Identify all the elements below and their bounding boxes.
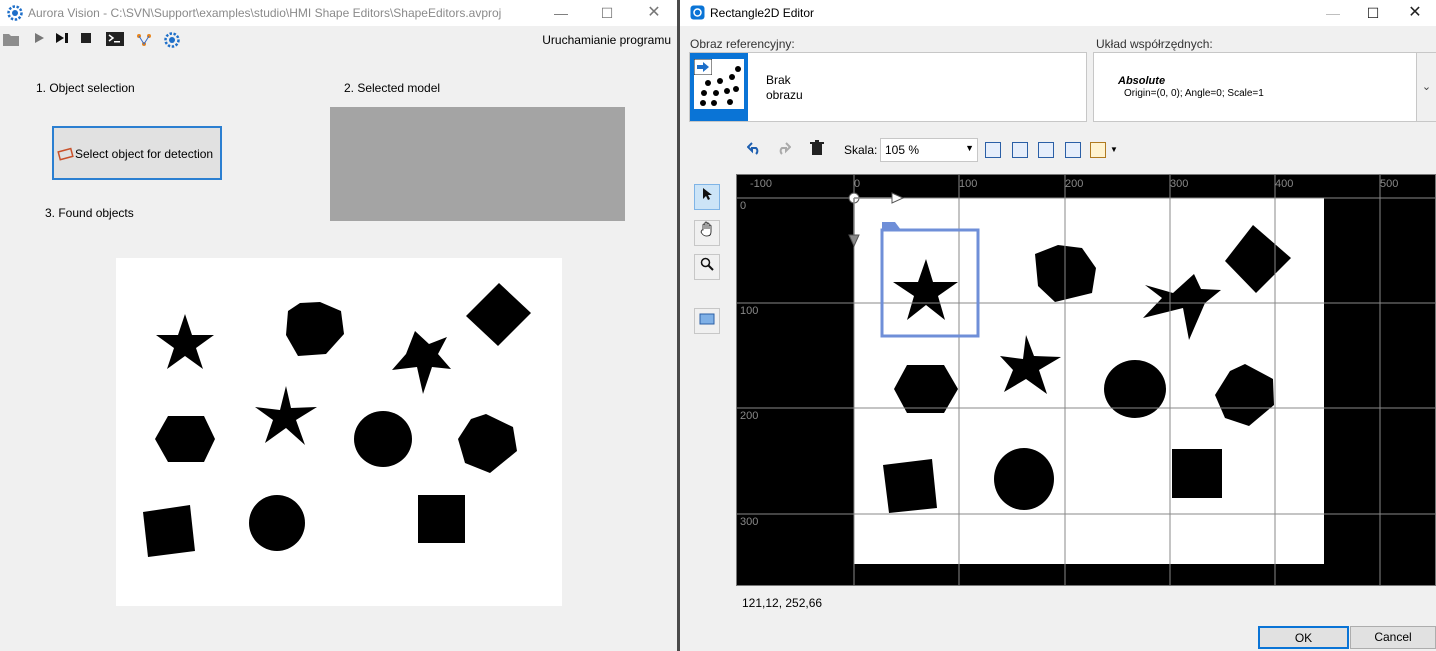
editor-close-button[interactable]: ✕ <box>1392 0 1436 26</box>
ruler-y-label: 300 <box>740 516 758 528</box>
zoom-region-icon[interactable] <box>1038 142 1054 158</box>
circle-shape <box>1104 360 1166 418</box>
zoom-center-icon[interactable] <box>1065 142 1081 158</box>
zoom-fit-icon[interactable] <box>985 142 1001 158</box>
reference-image-status: Brak obrazu <box>766 73 826 103</box>
editor-window-title: Rectangle2D Editor <box>710 6 815 20</box>
rectangle-tool-icon <box>57 147 75 164</box>
found-objects-label: 3. Found objects <box>45 206 134 220</box>
display-options-icon[interactable] <box>1090 142 1106 158</box>
step-icon[interactable] <box>54 32 70 48</box>
zoom-tool-button[interactable] <box>694 254 720 280</box>
hexagon-shape <box>286 302 344 356</box>
console-icon[interactable] <box>106 32 124 48</box>
left-toolbar: Uruchamianie programu <box>0 26 677 54</box>
hexagon-shape <box>155 416 215 462</box>
dropdown-arrow-icon[interactable]: ▼ <box>1109 140 1119 160</box>
zoom-value: 105 % <box>885 143 920 157</box>
app-gear-icon <box>7 5 23 21</box>
canvas-svg: -100 0 100 200 300 400 500 0 100 200 300 <box>737 175 1435 585</box>
coord-system-detail: Origin=(0, 0); Angle=0; Scale=1 <box>1124 88 1264 99</box>
reference-image-label: Obraz referencyjny: <box>690 37 795 51</box>
coord-system-label: Układ współrzędnych: <box>1096 37 1213 51</box>
select-object-button-label: Select object for detection <box>75 147 214 161</box>
circle-shape <box>354 411 412 467</box>
editor-toolbar: Skala: 105 % ▼ ▼ <box>740 136 1140 164</box>
chevron-down-icon[interactable]: ⌄ <box>1416 53 1436 121</box>
square-shape <box>1172 449 1222 498</box>
reference-image-selector[interactable]: Brak obrazu <box>689 52 1087 122</box>
ruler-y-label: 0 <box>740 200 746 212</box>
maximize-button[interactable]: ☐ <box>584 0 630 26</box>
undo-icon[interactable] <box>746 140 764 160</box>
select-object-button[interactable]: Select object for detection <box>52 126 222 180</box>
minimize-button[interactable]: — <box>538 0 584 26</box>
star-shape <box>392 331 451 394</box>
ok-button[interactable]: OK <box>1258 626 1349 649</box>
select-tool-button[interactable] <box>694 184 720 210</box>
close-button[interactable]: ✕ <box>631 0 677 26</box>
folder-icon[interactable] <box>3 32 19 48</box>
ruler-x-label: 100 <box>959 178 977 190</box>
ruler-y-label: 200 <box>740 410 758 422</box>
cursor-position-readout: 121,12, 252,66 <box>742 596 823 610</box>
ruler-x-label: 300 <box>1170 178 1188 190</box>
ruler-y-label: 100 <box>740 305 758 317</box>
ruler-x-label: 0 <box>854 178 860 190</box>
found-objects-image <box>116 258 562 606</box>
image-canvas[interactable]: -100 0 100 200 300 400 500 0 100 200 300 <box>736 174 1436 586</box>
redo-icon[interactable] <box>774 140 792 160</box>
coord-system-name: Absolute <box>1118 75 1166 87</box>
zoom-select[interactable]: 105 % ▼ <box>880 138 978 162</box>
main-application-window: Aurora Vision - C:\SVN\Support\examples\… <box>0 0 677 651</box>
delete-icon[interactable] <box>808 140 826 160</box>
play-icon[interactable] <box>31 32 47 48</box>
stop-icon[interactable] <box>78 32 94 48</box>
editor-maximize-button[interactable]: ☐ <box>1350 0 1396 26</box>
left-window-title: Aurora Vision - C:\SVN\Support\examples\… <box>28 6 502 20</box>
reference-image-thumbnail <box>690 53 748 121</box>
pan-tool-button[interactable] <box>694 220 720 246</box>
zoom-label: Skala: <box>844 143 878 157</box>
square-shape <box>883 459 937 513</box>
hexagon-shape <box>458 414 517 473</box>
selected-model-label: 2. Selected model <box>344 81 441 95</box>
ruler-x-label: 400 <box>1275 178 1293 190</box>
ruler-x-label: 200 <box>1065 178 1083 190</box>
square-shape <box>143 505 195 557</box>
star-shape <box>255 386 317 445</box>
rectangle-editor-dialog: Rectangle2D Editor — ☐ ✕ Obraz referency… <box>680 0 1436 651</box>
right-title-bar: Rectangle2D Editor — ☐ ✕ <box>680 0 1436 26</box>
left-title-bar: Aurora Vision - C:\SVN\Support\examples\… <box>0 0 677 26</box>
run-program-label: Uruchamianie programu <box>542 33 671 47</box>
rectangle-tool-button[interactable] <box>694 308 720 334</box>
dropdown-arrow-icon: ▼ <box>965 143 974 153</box>
ruler-x-label: 500 <box>1380 178 1398 190</box>
coord-system-selector[interactable]: Absolute Origin=(0, 0); Angle=0; Scale=1… <box>1093 52 1436 122</box>
ruler-x-label: -100 <box>750 178 772 190</box>
editor-app-icon <box>690 5 705 20</box>
star-shape <box>156 314 214 369</box>
object-selection-label: 1. Object selection <box>36 81 135 95</box>
settings-icon[interactable] <box>164 32 180 48</box>
square-shape <box>418 495 465 543</box>
cancel-button[interactable]: Cancel <box>1350 626 1436 649</box>
selected-model-preview <box>330 107 625 221</box>
diamond-shape <box>466 283 531 346</box>
no-image-text: Brak obrazu <box>766 73 803 102</box>
zoom-actual-icon[interactable] <box>1012 142 1028 158</box>
network-icon[interactable] <box>135 32 151 48</box>
circle-shape <box>994 448 1054 510</box>
arrow-right-icon <box>693 58 713 78</box>
circle-shape <box>249 495 305 551</box>
